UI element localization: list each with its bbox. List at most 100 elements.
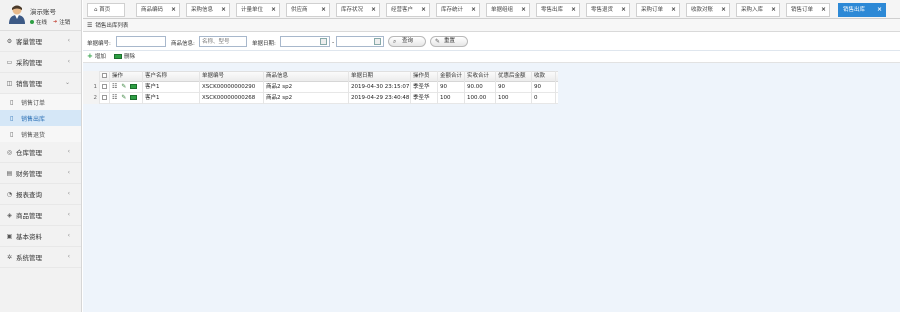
close-icon[interactable]: × [671, 4, 676, 16]
close-icon[interactable]: × [571, 4, 576, 16]
tab-label: 库存统计 [441, 7, 464, 13]
home-icon: ⌂ [94, 7, 98, 13]
tab-purchase-order[interactable]: 采购订单 × [636, 3, 680, 17]
edit-icon[interactable]: ✎ [121, 93, 126, 103]
tab-stock-stats[interactable]: 库存统计 × [436, 3, 480, 17]
header-select-all[interactable] [100, 71, 110, 82]
close-icon[interactable]: × [171, 4, 176, 16]
row-number: 2 [83, 92, 100, 104]
doc-number-input[interactable] [116, 36, 166, 47]
checkbox-icon[interactable] [102, 94, 107, 100]
calendar-icon[interactable] [374, 38, 381, 45]
sidebar-item-basic-data[interactable]: ▣ 基本资料 ‹ [0, 226, 81, 247]
close-icon[interactable]: × [421, 4, 426, 16]
close-icon[interactable]: × [321, 4, 326, 16]
table-row[interactable]: 1 ☷ ✎ 客户1 XSCK00000000290 商品2 sp2 2019-0… [83, 81, 558, 93]
add-button[interactable]: + 增加 [87, 52, 106, 60]
close-icon[interactable]: × [721, 4, 726, 16]
checkbox-icon[interactable] [102, 83, 107, 89]
logout-link[interactable]: 注销 [59, 18, 70, 26]
finance-icon: ▤ [6, 169, 13, 177]
header-rownum [83, 71, 100, 82]
close-icon[interactable]: × [221, 4, 226, 16]
tab-doc-group[interactable]: 单据组组 × [486, 3, 530, 17]
close-icon[interactable]: × [877, 4, 882, 16]
chevron-left-icon: ‹ [67, 148, 70, 155]
tab-label: 供应商 [291, 7, 308, 13]
delete-icon[interactable] [130, 84, 138, 89]
content-area: ☰ 销售出库列表 单据编号: 商品信息: 单据日期: - ⌕查询 ✎重置 + 增… [83, 19, 900, 312]
sidebar-item-reports[interactable]: ◔ 报表查询 ‹ [0, 184, 81, 205]
tab-purchase-info[interactable]: 采购信息 × [186, 3, 230, 17]
calendar-icon[interactable] [320, 38, 327, 45]
date-end-input[interactable] [336, 36, 384, 47]
reset-button[interactable]: ✎ 重置 [430, 36, 468, 47]
close-icon[interactable]: × [771, 4, 776, 16]
close-icon[interactable]: × [371, 4, 376, 16]
header-customer[interactable]: 客户名称 [143, 71, 200, 82]
date-start-input[interactable] [280, 36, 330, 47]
sidebar-subitem-sales-order[interactable]: ▯ 销售订单 [0, 94, 81, 110]
row-actions: ☷ ✎ [110, 92, 143, 104]
header-product[interactable]: 商品信息 [264, 71, 349, 82]
tab-payment-recon[interactable]: 收款对账 × [686, 3, 730, 17]
sidebar-item-system[interactable]: ✲ 系统管理 ‹ [0, 247, 81, 268]
detail-list-icon[interactable]: ☷ [112, 93, 117, 103]
checkbox-icon[interactable] [102, 73, 107, 78]
table-row[interactable]: 2 ☷ ✎ 客户1 XSCK00000000268 商品2 sp2 2019-0… [83, 92, 558, 104]
cell-customer: 客户1 [143, 92, 200, 104]
sidebar-subitem-sales-outbound[interactable]: ▯ 销售出库 [0, 110, 81, 126]
sidebar-item-sales[interactable]: ◫ 销售管理 ⌄ [0, 73, 81, 94]
warehouse-icon: ◎ [6, 148, 13, 156]
header-received[interactable]: 实收合计 [465, 71, 496, 82]
header-operator[interactable]: 操作员 [411, 71, 438, 82]
tab-purchase-in[interactable]: 采购入库 × [736, 3, 780, 17]
close-icon[interactable]: × [521, 4, 526, 16]
sidebar-item-finance[interactable]: ▤ 财务管理 ‹ [0, 163, 81, 184]
delete-button[interactable]: 删除 [114, 52, 135, 60]
tab-product-code[interactable]: 商品编码 × [136, 3, 180, 17]
sidebar-subitem-label: 销售订单 [21, 99, 46, 107]
sidebar-item-warehouse[interactable]: ◎ 仓库管理 ‹ [0, 142, 81, 163]
tab-label: 采购信息 [191, 7, 214, 13]
sidebar-item-settings[interactable]: ⚙ 客量管理 ‹ [0, 31, 81, 52]
sidebar-item-purchase[interactable]: ▭ 采购管理 ‹ [0, 52, 81, 73]
header-paid[interactable]: 收款 [532, 71, 556, 82]
close-icon[interactable]: × [271, 4, 276, 16]
delete-icon[interactable] [130, 95, 138, 100]
doc-date-label: 单据日期: [252, 41, 276, 47]
tab-label: 采购订单 [641, 7, 664, 13]
row-select[interactable] [100, 92, 110, 104]
logout-icon[interactable]: ➜ [53, 19, 57, 25]
close-icon[interactable]: × [621, 4, 626, 16]
row-actions: ☷ ✎ [110, 81, 143, 93]
tab-supplier[interactable]: 供应商 × [286, 3, 330, 17]
close-icon[interactable]: × [471, 4, 476, 16]
tab-sales-order[interactable]: 销售订单 × [786, 3, 830, 17]
edit-icon[interactable]: ✎ [121, 82, 126, 92]
detail-list-icon[interactable]: ☷ [112, 82, 117, 92]
close-icon[interactable]: × [821, 4, 826, 16]
sidebar-subitem-sales-return[interactable]: ▯ 销售退货 [0, 126, 81, 142]
tab-sales-outbound[interactable]: 销售出库 × [838, 3, 886, 17]
toolbar: + 增加 删除 [83, 51, 900, 63]
product-info-input[interactable] [199, 36, 247, 47]
tab-retail-return[interactable]: 零售退货 × [586, 3, 630, 17]
cell-after-discount: 100 [496, 92, 532, 104]
tab-retail-out[interactable]: 零售出库 × [536, 3, 580, 17]
query-button[interactable]: ⌕ 查询 [388, 36, 426, 47]
header-date[interactable]: 单据日期 [349, 71, 411, 82]
cell-doc-number: XSCK00000000290 [200, 81, 264, 93]
tab-customer[interactable]: 经营客户 × [386, 3, 430, 17]
sidebar-item-goods[interactable]: ◈ 商品管理 ‹ [0, 205, 81, 226]
tab-stock-status[interactable]: 库存状况 × [336, 3, 380, 17]
query-button-label: 查询 [402, 38, 414, 44]
row-select[interactable] [100, 81, 110, 93]
header-doc-number[interactable]: 单据编号 [200, 71, 264, 82]
tab-unit[interactable]: 计量单位 × [236, 3, 280, 17]
header-after-discount[interactable]: 优惠后金额 [496, 71, 532, 82]
sidebar-item-label: 客量管理 [16, 38, 42, 46]
cell-after-discount: 90 [496, 81, 532, 93]
tab-home[interactable]: ⌂ 首页 [87, 3, 125, 17]
header-total[interactable]: 金额合计 [438, 71, 465, 82]
